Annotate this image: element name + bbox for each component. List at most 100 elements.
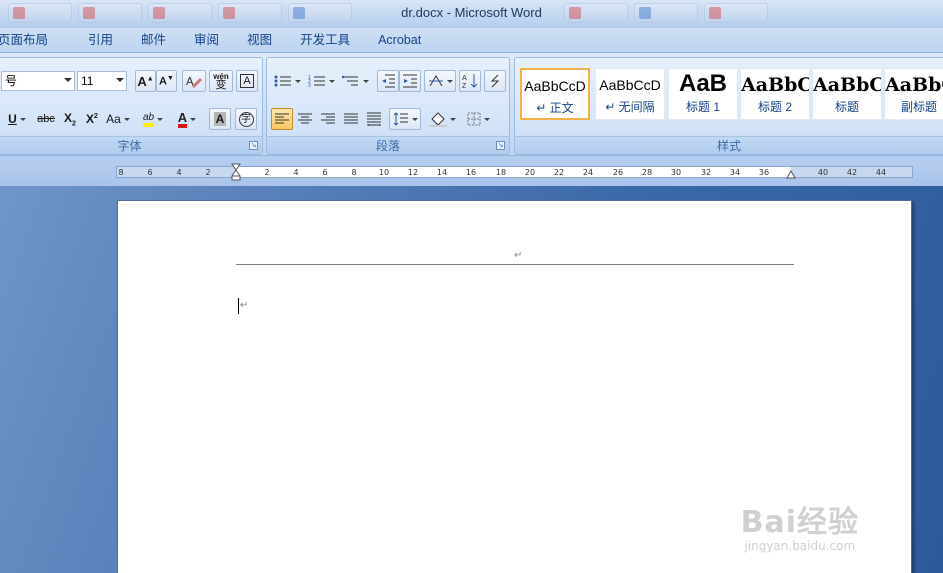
align-center-button[interactable]: [294, 108, 316, 130]
ruler-tick: 32: [700, 168, 712, 177]
paragraph-dialog-launcher-icon[interactable]: ↘: [496, 141, 505, 150]
ruler-tick: 14: [436, 168, 448, 177]
line-spacing-button[interactable]: [389, 108, 421, 130]
tab-references[interactable]: 引用: [62, 28, 127, 52]
style-tile-heading-1[interactable]: AaB 标题 1: [668, 68, 738, 120]
bullets-button[interactable]: [271, 70, 303, 92]
superscript-icon: X2: [86, 112, 98, 126]
numbering-icon: 123: [308, 75, 325, 88]
font-group-label: 字体: [0, 136, 262, 154]
subscript-button[interactable]: X2: [59, 108, 81, 130]
change-case-button[interactable]: Aa: [103, 108, 133, 130]
align-left-button[interactable]: [271, 108, 293, 130]
font-color-button[interactable]: A: [171, 108, 203, 130]
underline-button[interactable]: U: [3, 108, 31, 130]
decrease-indent-icon: [382, 74, 395, 88]
strikethrough-button[interactable]: abc: [33, 108, 59, 130]
font-name-combo[interactable]: 号: [1, 71, 75, 91]
baidu-watermark: Bai经验 jingyan.baidu.com: [741, 497, 859, 553]
numbering-button[interactable]: 123: [305, 70, 337, 92]
style-tile-heading-2[interactable]: AaBbC 标题 2: [740, 68, 810, 120]
svg-text:3: 3: [308, 83, 311, 88]
tab-review[interactable]: 审阅: [180, 28, 233, 52]
style-tile-normal[interactable]: AaBbCcD ↵ 正文: [520, 68, 590, 120]
chevron-down-icon[interactable]: [116, 78, 124, 82]
decrease-indent-button[interactable]: [377, 70, 399, 92]
ribbon: 号 11 A▲ A▼ A wén 变 A U abc X2 X2 Aa ab A…: [0, 52, 943, 156]
style-sample: AaBbCcD: [599, 77, 661, 93]
align-right-button[interactable]: [317, 108, 339, 130]
style-tile-subtitle[interactable]: AaBbC 副标题: [884, 68, 943, 120]
chevron-down-icon[interactable]: [64, 78, 72, 82]
sort-button[interactable]: AZ: [459, 70, 481, 92]
paint-bucket-icon: [428, 112, 447, 127]
highlight-button[interactable]: ab: [137, 108, 169, 130]
font-group: 号 11 A▲ A▼ A wén 变 A U abc X2 X2 Aa ab A…: [0, 57, 263, 155]
grow-font-button[interactable]: A▲: [135, 70, 156, 92]
ruler-tick: 34: [729, 168, 741, 177]
svg-text:Z: Z: [462, 83, 467, 89]
distributed-button[interactable]: [363, 108, 385, 130]
tab-page-layout[interactable]: 页面布局: [0, 28, 62, 52]
multilevel-list-button[interactable]: [339, 70, 371, 92]
ruler-tick: 12: [407, 168, 419, 177]
ruler-tick: 20: [524, 168, 536, 177]
char-shading-button[interactable]: A: [209, 108, 231, 130]
change-case-icon: Aa: [106, 112, 121, 126]
borders-icon: [467, 112, 480, 126]
document-page[interactable]: ↵ ↵ Bai经验 jingyan.baidu.com: [117, 200, 912, 573]
borders-button[interactable]: [462, 108, 494, 130]
clear-format-icon: A: [186, 75, 203, 89]
horizontal-ruler[interactable]: 8 6 4 2 2 4 6 8 10 12 14 16 18 20 22 24 …: [116, 163, 913, 181]
line-spacing-icon: [393, 112, 408, 126]
increase-indent-button[interactable]: [399, 70, 421, 92]
style-tile-title[interactable]: AaBbC 标题: [812, 68, 882, 120]
font-size-value: 11: [81, 74, 94, 88]
paragraph-group-label: 段落: [267, 136, 509, 154]
style-name: 副标题: [900, 100, 937, 114]
justify-button[interactable]: [340, 108, 362, 130]
shading-button[interactable]: [425, 108, 459, 130]
chinese-layout-button[interactable]: [424, 70, 456, 92]
style-sample: AaBbC: [813, 74, 881, 96]
title-bar: dr.docx - Microsoft Word: [0, 0, 943, 28]
shrink-font-icon: A▼: [159, 74, 174, 88]
tab-acrobat[interactable]: Acrobat: [364, 28, 435, 52]
align-center-icon: [298, 113, 312, 124]
justify-icon: [344, 113, 358, 124]
ruler-tick: 24: [582, 168, 594, 177]
ruler-tick: 4: [176, 168, 182, 177]
char-shading-icon: A: [213, 112, 227, 126]
ruler-tick: 10: [378, 168, 390, 177]
style-name: ↵ 无间隔: [605, 100, 655, 114]
font-dialog-launcher-icon[interactable]: ↘: [249, 141, 258, 150]
font-size-combo[interactable]: 11: [77, 71, 127, 91]
phonetic-guide-button[interactable]: wén 变: [209, 70, 233, 92]
superscript-button[interactable]: X2: [81, 108, 103, 130]
body-paragraph-mark: ↵: [240, 300, 249, 311]
show-marks-button[interactable]: [484, 70, 506, 92]
tab-mailings[interactable]: 邮件: [127, 28, 180, 52]
font-color-icon: A: [177, 111, 188, 128]
strikethrough-icon: abc: [37, 113, 55, 125]
left-indent-marker-icon[interactable]: [231, 163, 241, 183]
right-indent-marker-icon[interactable]: [786, 170, 796, 179]
ruler-tick: 4: [293, 168, 299, 177]
style-name: 标题 2: [757, 100, 792, 114]
tab-view[interactable]: 视图: [233, 28, 286, 52]
paragraph-mark-icon: [490, 74, 500, 88]
bullets-icon: [274, 75, 291, 87]
align-left-icon: [275, 113, 289, 124]
char-border-button[interactable]: A: [236, 70, 258, 92]
ruler-tick: 36: [758, 168, 770, 177]
multilevel-list-icon: [341, 75, 358, 86]
clear-format-button[interactable]: A: [182, 70, 206, 92]
shrink-font-button[interactable]: A▼: [156, 70, 177, 92]
chinese-layout-icon: [428, 75, 443, 87]
style-name: 标题 1: [685, 100, 720, 114]
enclose-char-button[interactable]: 字: [235, 108, 257, 130]
style-sample: AaBbCcD: [524, 78, 586, 94]
header-paragraph-mark: ↵: [514, 250, 523, 261]
style-tile-no-spacing[interactable]: AaBbCcD ↵ 无间隔: [595, 68, 665, 120]
tab-developer[interactable]: 开发工具: [286, 28, 364, 52]
